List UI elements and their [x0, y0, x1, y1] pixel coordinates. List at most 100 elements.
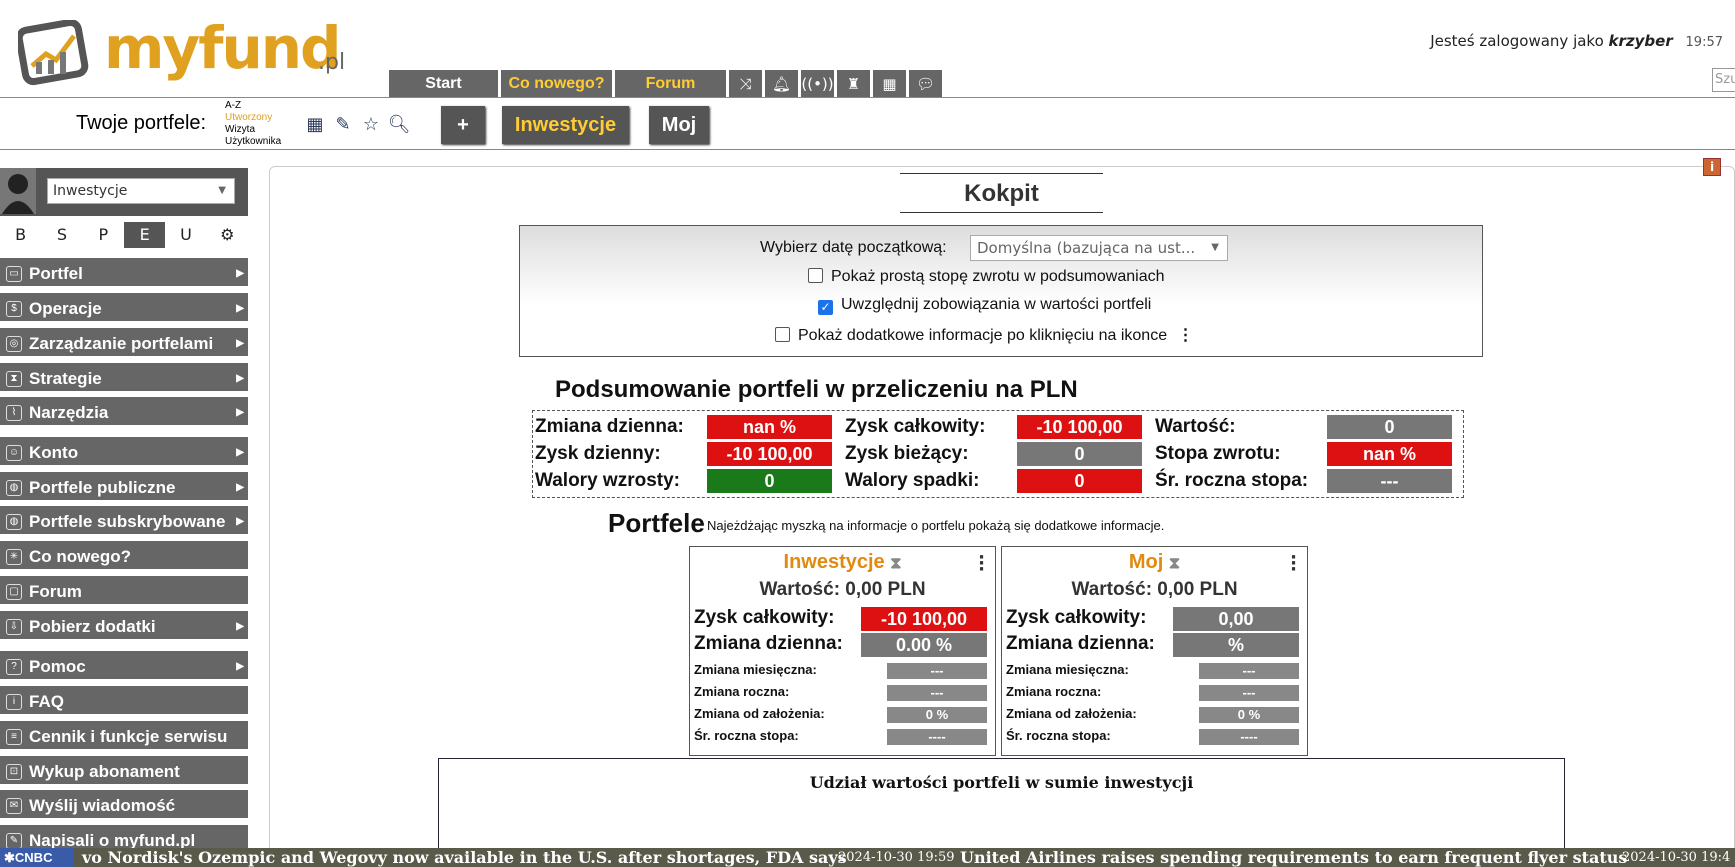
calendar-icon[interactable]: ▦ — [873, 70, 906, 97]
hourglass-icon[interactable]: ⧗ — [890, 555, 901, 572]
include-liabilities-checkbox[interactable]: ✓ — [818, 300, 833, 315]
search-input[interactable]: Szu — [1712, 68, 1735, 92]
sidebar-item-konto[interactable]: ☺ Konto ▶ — [0, 437, 248, 468]
sidebar-item-co-nowego[interactable]: ✳ Co nowego? — [0, 541, 248, 572]
chevron-right-icon: ▶ — [236, 447, 244, 458]
card-label: Zysk całkowity: — [1006, 607, 1147, 628]
bell-icon[interactable]: 🔔︎ — [765, 70, 798, 97]
sidebar-item-wykup-abonament[interactable]: ⊡ Wykup abonament — [0, 756, 248, 787]
sidebar-portfolio-select[interactable]: Inwestycje ▼ — [47, 178, 235, 204]
chat-icon[interactable]: 💬︎ — [909, 70, 942, 97]
card-label: Zmiana roczna: — [1006, 684, 1102, 699]
grid-icon[interactable]: ▦ — [304, 113, 326, 135]
sparkle-icon: ✳ — [6, 549, 22, 565]
sidebar-letter-tabs: B S P E U ⚙ — [0, 222, 248, 248]
sidebar-item-zarzadzanie[interactable]: ◎ Zarządzanie portfelami ▶ — [0, 328, 248, 359]
sort-utworzony[interactable]: Utworzony — [225, 112, 281, 124]
hourglass-icon: ⧗ — [6, 371, 22, 387]
sort-wizyta[interactable]: Wizyta — [225, 124, 281, 136]
summary-wartosc: 0 — [1327, 415, 1452, 439]
start-date-select[interactable]: Domyślna (bazująca na ust... ▼ — [970, 235, 1228, 261]
letter-tab-b[interactable]: B — [0, 222, 41, 248]
sidebar-item-faq[interactable]: i FAQ — [0, 686, 248, 717]
portfolio-button-moj[interactable]: Moj — [649, 106, 709, 144]
sidebar-item-portfel[interactable]: ▭ Portfel ▶ — [0, 258, 248, 289]
option-include-liabilities[interactable]: ✓ Uwzględnij zobowiązania w wartości port… — [818, 296, 1151, 315]
portfolio-icons: ▦ ✎ ☆ 🔍︎ — [304, 113, 410, 135]
summary-zysk-biezacy: 0 — [1017, 442, 1142, 466]
card-label: Zmiana miesięczna: — [694, 662, 817, 677]
portfolio-sort-options: A-Z Utworzony Wizyta Użytkownika — [225, 100, 281, 148]
edit-icon[interactable]: ✎ — [332, 113, 354, 135]
cart-icon: ⊡ — [6, 764, 22, 780]
sidebar-item-operacje[interactable]: $ Operacje ▶ — [0, 293, 248, 324]
shuffle-icon[interactable]: ⤨ — [729, 70, 762, 97]
letter-tab-u[interactable]: U — [165, 222, 206, 248]
sidebar-item-pomoc[interactable]: ? Pomoc ▶ — [0, 651, 248, 682]
news-ticker[interactable]: vo Nordisk's Ozempic and Wegovy now avai… — [0, 848, 1735, 867]
sidebar-item-narzedzia[interactable]: ⌇ Narzędzia ▶ — [0, 397, 248, 428]
letter-tab-p[interactable]: P — [83, 222, 124, 248]
portfolio-card-moj[interactable]: Moj ⧗ · · · Wartość: 0,00 PLN Zysk całkowi… — [1001, 546, 1308, 756]
chevron-right-icon: ▶ — [236, 373, 244, 384]
portfolio-card-name[interactable]: Inwestycje ⧗ — [690, 551, 995, 574]
sidebar-item-label: Wykup abonament — [29, 762, 180, 781]
card-label: Zmiana dzienna: — [694, 633, 843, 654]
sidebar-item-label: Pobierz dodatki — [29, 617, 156, 636]
share-chart-title: Udział wartości portfeli w sumie inwesty… — [809, 773, 1194, 792]
portfolio-card-value: Wartość: 0,00 PLN — [1071, 579, 1238, 600]
page-title: Kokpit — [900, 173, 1103, 213]
add-portfolio-button[interactable]: + — [441, 106, 485, 144]
kebab-menu-icon[interactable]: · · · — [978, 549, 985, 579]
sidebar-item-strategie[interactable]: ⧗ Strategie ▶ — [0, 363, 248, 394]
portfolio-card-name[interactable]: Moj ⧗ — [1002, 551, 1307, 574]
tab-forum[interactable]: Forum — [615, 70, 726, 97]
sort-uzytkownika[interactable]: Użytkownika — [225, 136, 281, 148]
tab-start[interactable]: Start — [389, 70, 498, 97]
ticker-item[interactable]: vo Nordisk's Ozempic and Wegovy now avai… — [82, 848, 847, 867]
sidebar-item-cennik[interactable]: ≡ Cennik i funkcje serwisu — [0, 721, 248, 752]
star-icon[interactable]: ☆ — [360, 113, 382, 135]
logo-text[interactable]: myfund — [104, 14, 342, 82]
sort-a-z[interactable]: A-Z — [225, 100, 281, 112]
extra-info-checkbox[interactable] — [775, 327, 790, 342]
sidebar-item-wyslij-wiadomosc[interactable]: ✉ Wyślij wiadomość — [0, 790, 248, 821]
sidebar-item-label: Pomoc — [29, 657, 86, 676]
sidebar-item-forum[interactable]: ▢ Forum — [0, 576, 248, 607]
share-chart-panel: Udział wartości portfeli w sumie inwesty… — [438, 758, 1565, 858]
login-user[interactable]: krzyber — [1609, 32, 1673, 50]
sidebar-item-label: Konto — [29, 443, 79, 462]
portfolio-button-inwestycje[interactable]: Inwestycje — [502, 106, 629, 144]
sidebar-item-pobierz-dodatki[interactable]: ⇩ Pobierz dodatki ▶ — [0, 611, 248, 642]
tab-co-nowego[interactable]: Co nowego? — [501, 70, 612, 97]
sidebar-item-portfele-subskrybowane[interactable]: ◍ Portfele subskrybowane ▶ — [0, 506, 248, 537]
summary-stopa-zwrotu: nan % — [1327, 442, 1452, 466]
ticker-item[interactable]: United Airlines raises spending requirem… — [960, 848, 1627, 867]
kebab-menu-icon[interactable]: · · · — [1290, 549, 1297, 579]
summary-label: Zysk bieżący: — [845, 443, 969, 464]
search-zoom-icon[interactable]: 🔍︎ — [388, 113, 411, 135]
chevron-right-icon: ▶ — [236, 303, 244, 314]
card-od-zalozenia: 0 % — [887, 707, 987, 723]
option-simple-return[interactable]: Pokaż prostą stopę zwrotu w podsumowania… — [808, 268, 1165, 286]
chess-rook-icon[interactable]: ♜ — [837, 70, 870, 97]
hourglass-icon[interactable]: ⧗ — [1169, 555, 1180, 572]
broadcast-icon[interactable]: ((•)) — [801, 70, 834, 97]
logo-icon[interactable] — [15, 18, 90, 86]
letter-tab-s[interactable]: S — [41, 222, 82, 248]
portfolios-heading: Portfele — [608, 508, 705, 538]
info-icon[interactable]: i — [1703, 158, 1721, 176]
letter-tab-e[interactable]: E — [123, 222, 166, 248]
sidebar-item-portfele-publiczne[interactable]: ◍ Portfele publiczne ▶ — [0, 472, 248, 503]
portfolio-card-inwestycje[interactable]: Inwestycje ⧗ · · · Wartość: 0,00 PLN Zysk … — [689, 546, 996, 756]
gear-icon[interactable]: ⚙ — [207, 222, 248, 248]
option-extra-info[interactable]: Pokaż dodatkowe informacje po kliknięciu… — [775, 325, 1194, 345]
simple-return-checkbox[interactable] — [808, 268, 823, 283]
chevron-down-icon: ▼ — [218, 185, 226, 196]
top-nav: Start Co nowego? Forum ⤨ 🔔︎ ((•)) ♜ ▦ 💬︎ — [389, 70, 945, 97]
sidebar-item-label: Portfele publiczne — [29, 478, 176, 497]
avatar[interactable] — [0, 168, 36, 214]
chevron-right-icon: ▶ — [236, 516, 244, 527]
card-miesieczna: --- — [1199, 663, 1299, 679]
card-roczna: --- — [887, 685, 987, 701]
